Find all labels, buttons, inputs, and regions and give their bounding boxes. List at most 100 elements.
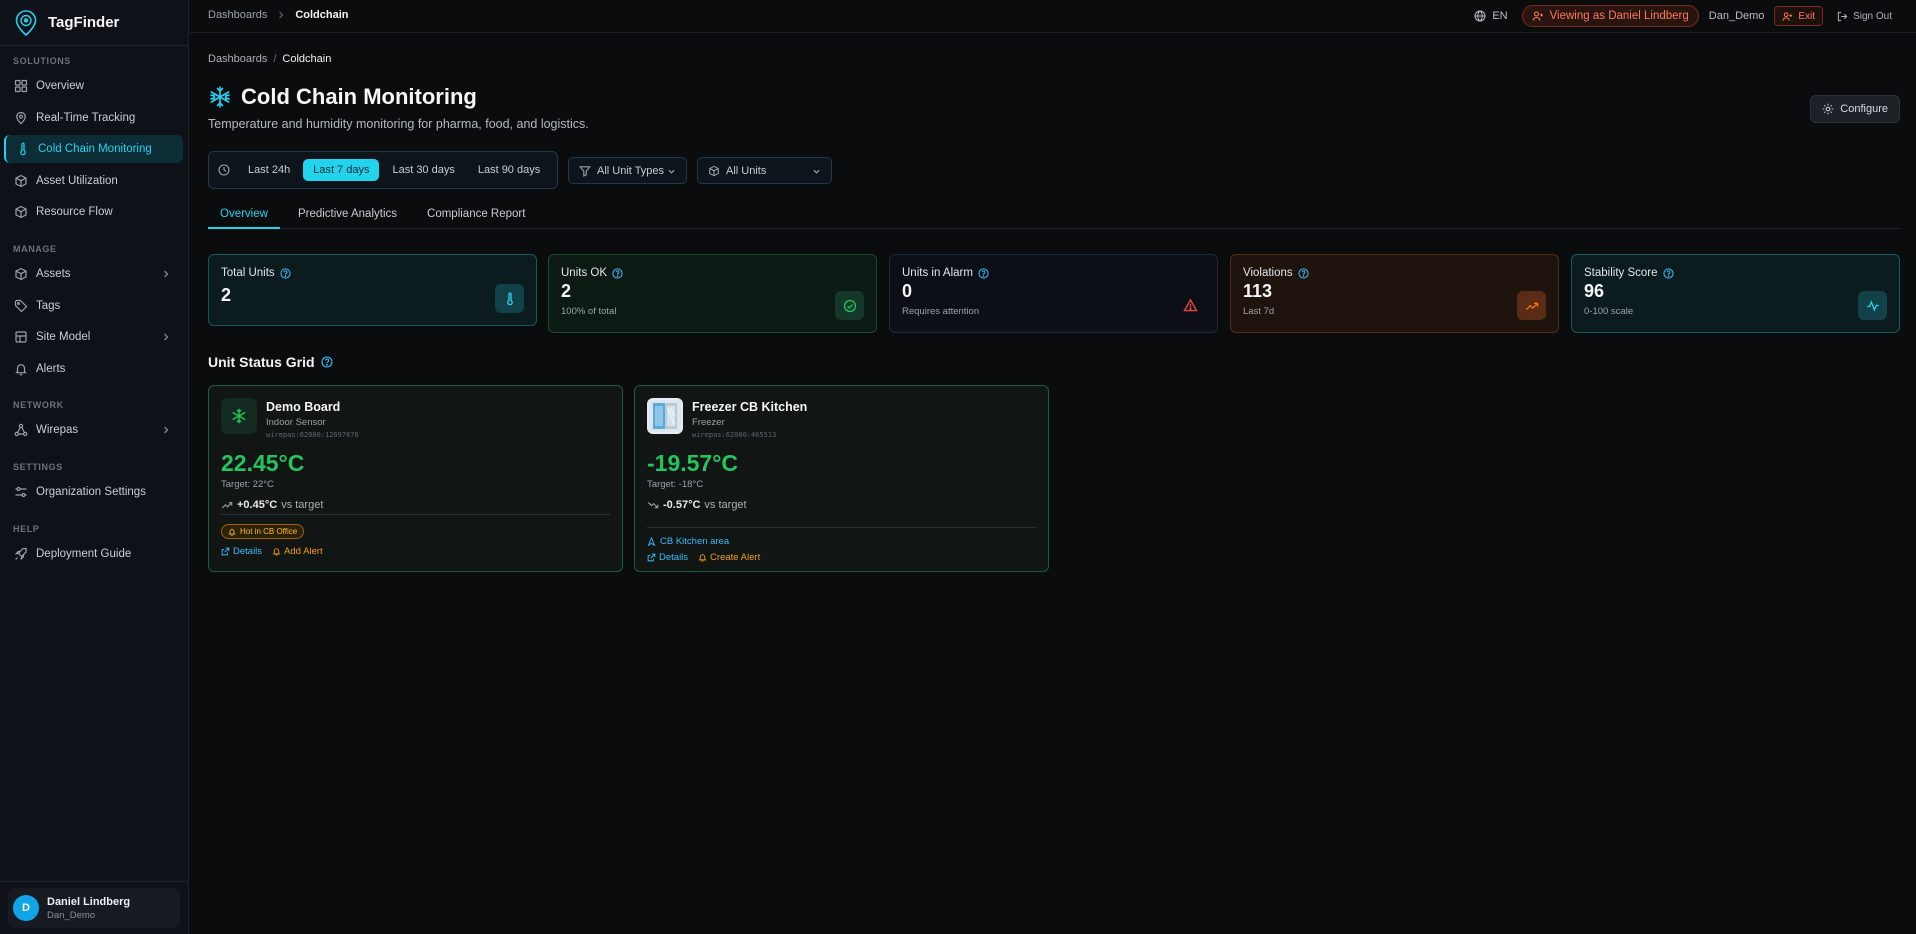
sidebar-divider bbox=[0, 881, 189, 882]
kpi-label-text: Violations bbox=[1243, 267, 1293, 279]
breadcrumb-coldchain: Coldchain bbox=[295, 9, 349, 21]
unit-target: Target: -18°C bbox=[647, 479, 704, 490]
activity-icon bbox=[1866, 299, 1879, 312]
add-alert-label: Add Alert bbox=[284, 545, 323, 557]
sidebar-item-resource-flow[interactable]: Resource Flow bbox=[4, 198, 183, 226]
cube-icon bbox=[15, 267, 27, 281]
view-tabs: Overview Predictive Analytics Compliance… bbox=[208, 204, 1900, 229]
check-circle-icon bbox=[843, 299, 856, 312]
cube-icon bbox=[709, 165, 719, 176]
sidebar-item-site-model[interactable]: Site Model bbox=[4, 323, 183, 351]
unit-type: Freezer bbox=[692, 417, 725, 428]
kpi-icon-box bbox=[1858, 291, 1887, 320]
section-label-settings: SETTINGS bbox=[13, 462, 63, 472]
tab-predictive-analytics[interactable]: Predictive Analytics bbox=[286, 204, 409, 229]
sidebar-item-cold-chain-monitoring[interactable]: Cold Chain Monitoring bbox=[4, 135, 183, 163]
help-circle-icon[interactable] bbox=[978, 267, 989, 279]
breadcrumb-dashboards[interactable]: Dashboards bbox=[208, 9, 267, 21]
unit-type-filter[interactable]: All Unit Types bbox=[568, 157, 687, 184]
sidebar-item-deployment-guide[interactable]: Deployment Guide bbox=[4, 540, 183, 568]
location-icon bbox=[647, 537, 656, 546]
create-alert-button[interactable]: Create Alert bbox=[698, 552, 760, 563]
chevron-right-icon bbox=[164, 333, 169, 341]
sliders-icon bbox=[15, 486, 27, 498]
network-icon bbox=[14, 423, 28, 437]
user-login: Dan_Demo bbox=[47, 909, 96, 921]
sidebar-item-assets[interactable]: Assets bbox=[4, 260, 183, 288]
range-option-7d[interactable]: Last 7 days bbox=[303, 159, 380, 181]
section-label-manage: MANAGE bbox=[13, 244, 57, 254]
rocket-icon bbox=[14, 547, 27, 561]
unit-card-demo-board[interactable]: Demo Board Indoor Sensor wirepas:62080:1… bbox=[208, 385, 623, 572]
breadcrumb: Dashboards Coldchain bbox=[208, 9, 349, 21]
card-divider bbox=[647, 527, 1036, 528]
kpi-units-in-alarm: Units in Alarm 0 Requires attention bbox=[889, 254, 1218, 333]
kpi-label: Units OK bbox=[561, 267, 864, 279]
help-circle-icon[interactable] bbox=[321, 356, 333, 368]
snowflake-icon bbox=[232, 408, 246, 424]
kpi-subtext: 0-100 scale bbox=[1584, 306, 1634, 317]
unit-card-freezer-cb-kitchen[interactable]: Freezer CB Kitchen Freezer wirepas:62080… bbox=[634, 385, 1049, 572]
page-breadcrumb-separator: / bbox=[273, 53, 277, 65]
sidebar-item-overview[interactable]: Overview bbox=[4, 72, 183, 100]
sidebar-item-asset-utilization[interactable]: Asset Utilization bbox=[4, 167, 183, 195]
sidebar-item-label: Tags bbox=[36, 300, 61, 312]
sidebar-item-wirepas[interactable]: Wirepas bbox=[4, 416, 183, 444]
sidebar-item-tags[interactable]: Tags bbox=[4, 292, 183, 320]
sign-out-button[interactable]: Sign Out bbox=[1837, 11, 1892, 22]
sidebar-item-label: Deployment Guide bbox=[36, 548, 132, 560]
unit-type-filter-value: All Unit Types bbox=[597, 164, 665, 177]
unit-location[interactable]: CB Kitchen area bbox=[647, 536, 1036, 547]
external-link-icon bbox=[221, 547, 230, 555]
sidebar-item-label: Site Model bbox=[36, 331, 91, 343]
range-option-24h[interactable]: Last 24h bbox=[238, 159, 300, 181]
bell-icon bbox=[228, 528, 236, 536]
impersonation-badge: Viewing as Daniel Lindberg bbox=[1521, 5, 1699, 27]
thermometer-icon bbox=[20, 142, 26, 156]
user-profile-card[interactable]: D Daniel Lindberg Dan_Demo bbox=[8, 888, 180, 928]
sidebar-item-label: Real-Time Tracking bbox=[36, 112, 136, 124]
configure-button[interactable]: Configure bbox=[1810, 95, 1900, 123]
unit-deviation: +0.45°C vs target bbox=[221, 499, 610, 511]
add-alert-button[interactable]: Add Alert bbox=[272, 546, 323, 557]
help-circle-icon[interactable] bbox=[612, 267, 623, 279]
details-link[interactable]: Details bbox=[647, 552, 688, 563]
page-title-row: Cold Chain Monitoring bbox=[208, 84, 477, 110]
kpi-label: Total Units bbox=[221, 267, 524, 279]
sidebar: TagFinder SOLUTIONS Overview Real-Time T… bbox=[0, 0, 189, 934]
exit-impersonation-button[interactable]: Exit bbox=[1774, 6, 1824, 26]
sidebar-item-label: Assets bbox=[36, 268, 71, 280]
brand[interactable]: TagFinder bbox=[0, 0, 188, 46]
range-option-90d[interactable]: Last 90 days bbox=[468, 159, 550, 181]
bell-icon bbox=[272, 547, 281, 556]
user-switch-icon bbox=[1532, 11, 1543, 21]
kpi-icon-box bbox=[495, 284, 524, 313]
help-circle-icon[interactable] bbox=[1662, 267, 1674, 279]
kpi-stability-score: Stability Score 96 0-100 scale bbox=[1571, 254, 1900, 333]
layers-icon bbox=[15, 331, 27, 343]
details-link[interactable]: Details bbox=[221, 546, 262, 557]
tab-overview[interactable]: Overview bbox=[208, 204, 280, 229]
page-breadcrumb: Dashboards / Coldchain bbox=[208, 53, 331, 65]
trending-down-icon bbox=[647, 502, 659, 509]
help-circle-icon[interactable] bbox=[280, 267, 291, 279]
page-breadcrumb-dashboards[interactable]: Dashboards bbox=[208, 53, 267, 65]
user-name: Daniel Lindberg bbox=[47, 895, 131, 908]
help-circle-icon[interactable] bbox=[1298, 267, 1309, 279]
bell-icon bbox=[698, 554, 707, 562]
sidebar-item-organization-settings[interactable]: Organization Settings bbox=[4, 478, 183, 506]
unit-id: wirepas:62080:12697676 bbox=[266, 431, 359, 439]
unit-status-grid-heading: Unit Status Grid bbox=[208, 354, 333, 370]
unit-filter[interactable]: All Units bbox=[697, 157, 832, 184]
unit-card-header: Demo Board Indoor Sensor wirepas:62080:1… bbox=[221, 398, 610, 439]
unit-actions: Details Add Alert bbox=[221, 546, 610, 557]
sidebar-item-label: Asset Utilization bbox=[36, 175, 118, 187]
sidebar-item-alerts[interactable]: Alerts bbox=[4, 355, 183, 383]
kpi-total-units: Total Units 2 bbox=[208, 254, 537, 326]
sidebar-item-real-time-tracking[interactable]: Real-Time Tracking bbox=[4, 104, 183, 132]
sidebar-item-label: Resource Flow bbox=[36, 206, 113, 218]
tab-compliance-report[interactable]: Compliance Report bbox=[415, 204, 537, 229]
kpi-icon-box bbox=[1176, 291, 1205, 320]
language-selector[interactable]: EN bbox=[1474, 10, 1508, 22]
range-option-30d[interactable]: Last 30 days bbox=[382, 159, 464, 181]
